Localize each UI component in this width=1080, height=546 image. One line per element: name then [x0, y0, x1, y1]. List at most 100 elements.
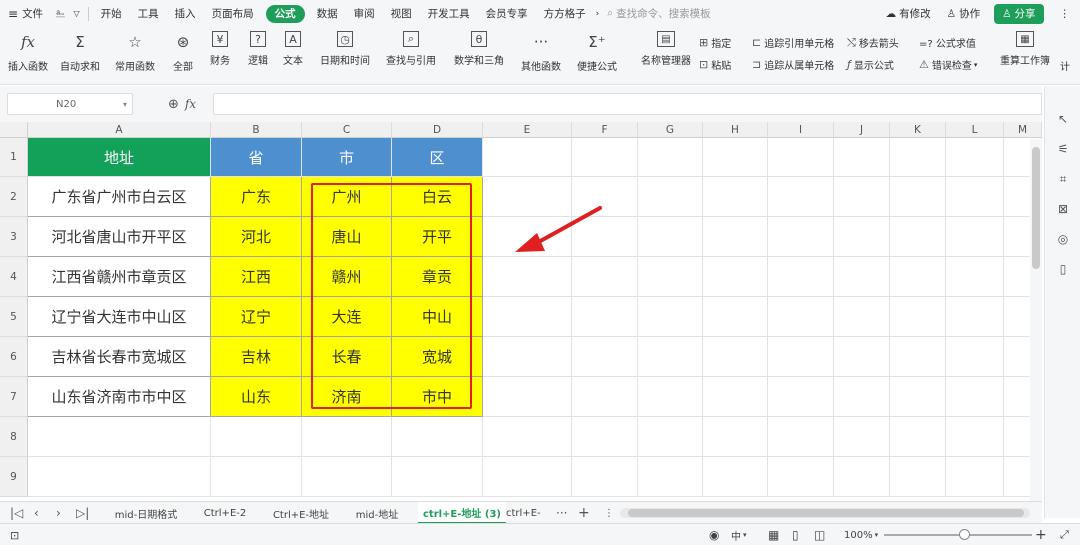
- crop-icon[interactable]: ⌗: [1055, 172, 1071, 188]
- header-cell-province[interactable]: 省: [211, 138, 302, 177]
- grid-cell[interactable]: [834, 417, 890, 457]
- sheet-tab[interactable]: Ctrl+E-2: [192, 502, 258, 524]
- grid-cell[interactable]: [302, 417, 392, 457]
- text-button[interactable]: A文本: [283, 31, 303, 67]
- zoom-level[interactable]: 100%▾: [844, 524, 878, 546]
- header-cell-district[interactable]: 区: [392, 138, 483, 177]
- grid-cell[interactable]: [768, 257, 834, 297]
- grid-cell[interactable]: [703, 217, 768, 257]
- normal-view-icon[interactable]: ▦: [768, 524, 779, 546]
- row-header-3[interactable]: 3: [0, 217, 28, 257]
- grid-cell[interactable]: [572, 138, 638, 177]
- table-cell[interactable]: 河北: [211, 217, 302, 257]
- grid-cell[interactable]: [768, 377, 834, 417]
- grid-cell[interactable]: [890, 257, 946, 297]
- first-sheet-icon[interactable]: |◁: [10, 502, 23, 524]
- grid-cell[interactable]: [703, 337, 768, 377]
- grid-cell[interactable]: [946, 417, 1004, 457]
- grid-cell[interactable]: [768, 457, 834, 497]
- grid-cell[interactable]: [703, 177, 768, 217]
- column-header-h[interactable]: H: [703, 122, 768, 138]
- page-break-view-icon[interactable]: ◫: [814, 524, 825, 546]
- macro-record-icon[interactable]: ⊡: [10, 524, 19, 546]
- grid-cell[interactable]: [890, 337, 946, 377]
- grid-cell[interactable]: [572, 257, 638, 297]
- column-header-g[interactable]: G: [638, 122, 703, 138]
- grid-cell[interactable]: [28, 457, 211, 497]
- format-painter-icon[interactable]: ⎁: [51, 0, 69, 27]
- zoom-slider[interactable]: [884, 534, 1032, 536]
- page-view-icon[interactable]: ▯: [792, 524, 799, 546]
- grid-cell[interactable]: [483, 417, 572, 457]
- grid-cell[interactable]: [638, 177, 703, 217]
- grid-cell[interactable]: [834, 297, 890, 337]
- table-cell[interactable]: 吉林省长春市宽城区: [28, 337, 211, 377]
- tab-member[interactable]: 会员专享: [478, 0, 536, 27]
- table-cell[interactable]: 江西: [211, 257, 302, 297]
- grid-cell[interactable]: [638, 297, 703, 337]
- tab-data[interactable]: 数据: [309, 0, 346, 27]
- grid-cell[interactable]: [483, 457, 572, 497]
- sheet-tab[interactable]: Ctrl+E-地址: [258, 502, 344, 524]
- tab-formulas[interactable]: 公式: [266, 5, 305, 23]
- row-header-5[interactable]: 5: [0, 297, 28, 337]
- grid-cell[interactable]: [890, 177, 946, 217]
- compass-icon[interactable]: ◎: [1055, 232, 1071, 248]
- quick-formula-button[interactable]: Σ⁺便捷公式: [577, 31, 617, 73]
- trace-precedents-button[interactable]: ⊏追踪引用单元格: [752, 35, 834, 50]
- share-button[interactable]: ♙分享: [994, 4, 1043, 24]
- grid-cell[interactable]: [638, 217, 703, 257]
- calc-options-button[interactable]: 计: [1060, 58, 1070, 73]
- horizontal-scroll-thumb[interactable]: [628, 509, 1024, 517]
- fullscreen-icon[interactable]: ⤢: [1060, 524, 1069, 546]
- grid-cell[interactable]: [392, 417, 483, 457]
- grid-cell[interactable]: [703, 257, 768, 297]
- grid-cell[interactable]: [483, 177, 572, 217]
- grid-cell[interactable]: [703, 297, 768, 337]
- tab-developer[interactable]: 开发工具: [420, 0, 478, 27]
- name-manager-button[interactable]: ▤名称管理器: [641, 31, 691, 67]
- book-icon[interactable]: ▯: [1055, 262, 1071, 278]
- grid-cell[interactable]: [946, 257, 1004, 297]
- dropdown-icon[interactable]: ▽: [69, 0, 83, 27]
- grid-cell[interactable]: [483, 138, 572, 177]
- table-cell[interactable]: 广东省广州市白云区: [28, 177, 211, 217]
- spreadsheet-grid[interactable]: ABCDEFGHIJKLM 123456789 地址省市区广东省广州市白云区广东…: [0, 122, 1042, 502]
- grid-cell[interactable]: [946, 457, 1004, 497]
- grid-cell[interactable]: [483, 337, 572, 377]
- grid-cell[interactable]: [834, 138, 890, 177]
- grid-cell[interactable]: [768, 217, 834, 257]
- math-trig-button[interactable]: θ数学和三角: [454, 31, 504, 67]
- grid-cell[interactable]: [703, 417, 768, 457]
- column-header-c[interactable]: C: [302, 122, 392, 138]
- grid-cell[interactable]: [302, 457, 392, 497]
- error-check-button[interactable]: ⚠错误检查▾: [919, 57, 977, 72]
- define-name-button[interactable]: ⊞指定: [699, 35, 731, 50]
- tab-scroll-left-icon[interactable]: ⋮: [604, 502, 614, 524]
- vertical-scrollbar[interactable]: [1030, 139, 1042, 501]
- sheet-tab[interactable]: mid-日期格式: [100, 502, 192, 524]
- other-functions-button[interactable]: ···其他函数: [521, 31, 561, 73]
- eye-icon[interactable]: ◉: [709, 524, 719, 546]
- insert-function-button[interactable]: fx插入函数: [8, 31, 48, 73]
- logical-button[interactable]: ?逻辑: [248, 31, 268, 67]
- grid-cell[interactable]: [28, 417, 211, 457]
- row-header-4[interactable]: 4: [0, 257, 28, 297]
- grid-cell[interactable]: [768, 297, 834, 337]
- grid-cell[interactable]: [572, 337, 638, 377]
- grid-cell[interactable]: [768, 417, 834, 457]
- more-icon[interactable]: ⋮: [1050, 0, 1080, 27]
- table-cell[interactable]: 河北省唐山市开平区: [28, 217, 211, 257]
- grid-cell[interactable]: [834, 377, 890, 417]
- autosum-button[interactable]: Σ自动求和: [60, 31, 100, 73]
- name-box[interactable]: N20▾: [7, 93, 133, 115]
- column-header-e[interactable]: E: [483, 122, 572, 138]
- lookup-button[interactable]: ⌕查找与引用: [386, 31, 436, 67]
- grid-cell[interactable]: [890, 377, 946, 417]
- grid-cell[interactable]: [890, 417, 946, 457]
- grid-cell[interactable]: [703, 138, 768, 177]
- grid-cell[interactable]: [890, 217, 946, 257]
- grid-cell[interactable]: [946, 217, 1004, 257]
- table-cell[interactable]: 山东: [211, 377, 302, 417]
- grid-cell[interactable]: [638, 138, 703, 177]
